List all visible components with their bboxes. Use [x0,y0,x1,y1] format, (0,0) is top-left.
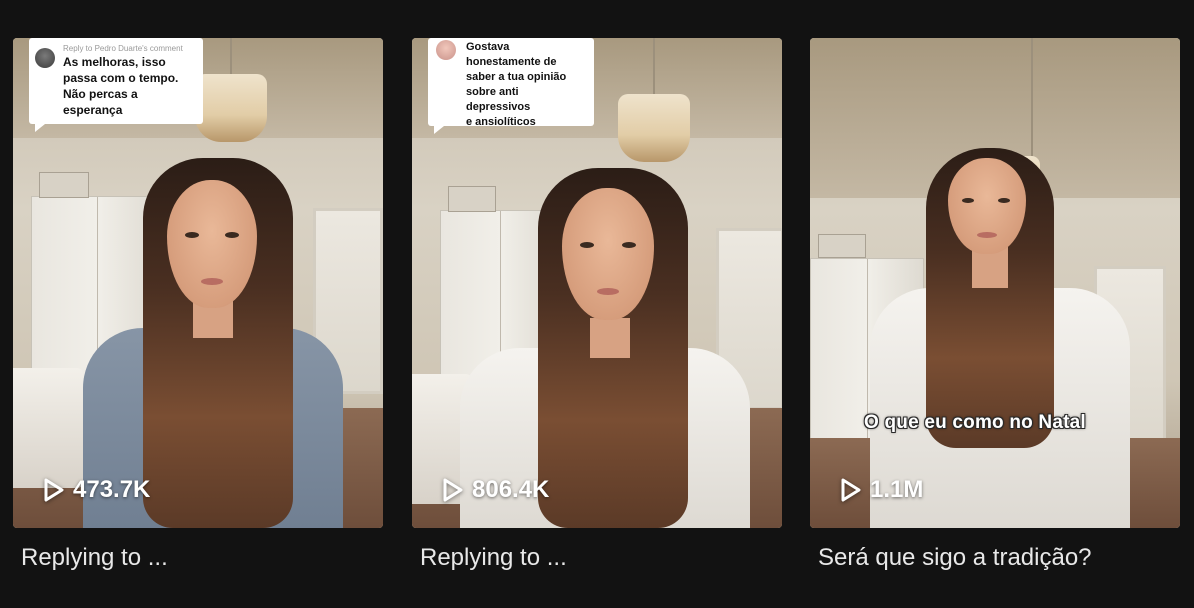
video-caption[interactable]: Será que sigo a tradição? [810,542,1180,574]
view-count-value: 1.1M [870,476,924,503]
lips [977,232,997,238]
lips [201,278,223,285]
right-eye [622,242,636,248]
lips [597,288,619,295]
comment-reply-bubble: Gostava honestamente de saber a tua opin… [428,38,594,134]
video-card[interactable]: Reply to Pedro Duarte's comment As melho… [13,38,383,574]
person [850,148,1150,528]
bed [13,368,83,488]
right-eye [225,232,239,238]
play-icon [840,478,862,502]
lamp-shade [618,38,690,162]
view-count: 473.7K [43,476,150,504]
comment-text: Gostava honestamente de saber a tua opin… [466,41,567,128]
left-eye [580,242,594,248]
video-text-overlay: O que eu como no Natal [864,412,1086,433]
neck [590,318,630,358]
view-count: 806.4K [442,476,549,504]
video-thumbnail[interactable]: Gostava honestamente de saber a tua opin… [412,38,782,528]
commenter-avatar [436,40,456,60]
video-card[interactable]: Gostava honestamente de saber a tua opin… [412,38,782,574]
play-icon [442,478,464,502]
right-eye [998,198,1010,203]
view-count-value: 806.4K [472,476,550,503]
left-eye [185,232,199,238]
commenter-avatar [35,48,55,68]
video-grid: Reply to Pedro Duarte's comment As melho… [0,0,1194,608]
lamp-shade [195,38,267,142]
comment-reply-bubble: Reply to Pedro Duarte's comment As melho… [29,38,203,132]
video-caption[interactable]: Replying to ... [13,542,383,574]
video-thumbnail[interactable]: Reply to Pedro Duarte's comment As melho… [13,38,383,528]
video-card[interactable]: O que eu como no Natal 1.1M Será que sig… [810,38,1180,574]
left-eye [962,198,974,203]
face [167,180,257,308]
face [562,188,654,320]
reply-meta: Reply to Pedro Duarte's comment [63,44,183,53]
person [83,158,343,528]
comment-text: As melhoras, isso passa com o tempo. Não… [63,55,179,117]
video-thumbnail[interactable]: O que eu como no Natal 1.1M [810,38,1180,528]
play-icon [43,478,65,502]
view-count: 1.1M [840,476,923,504]
video-caption[interactable]: Replying to ... [412,542,782,574]
storage-box [39,172,89,198]
view-count-value: 473.7K [73,476,151,503]
person [460,168,750,528]
face [948,158,1026,254]
